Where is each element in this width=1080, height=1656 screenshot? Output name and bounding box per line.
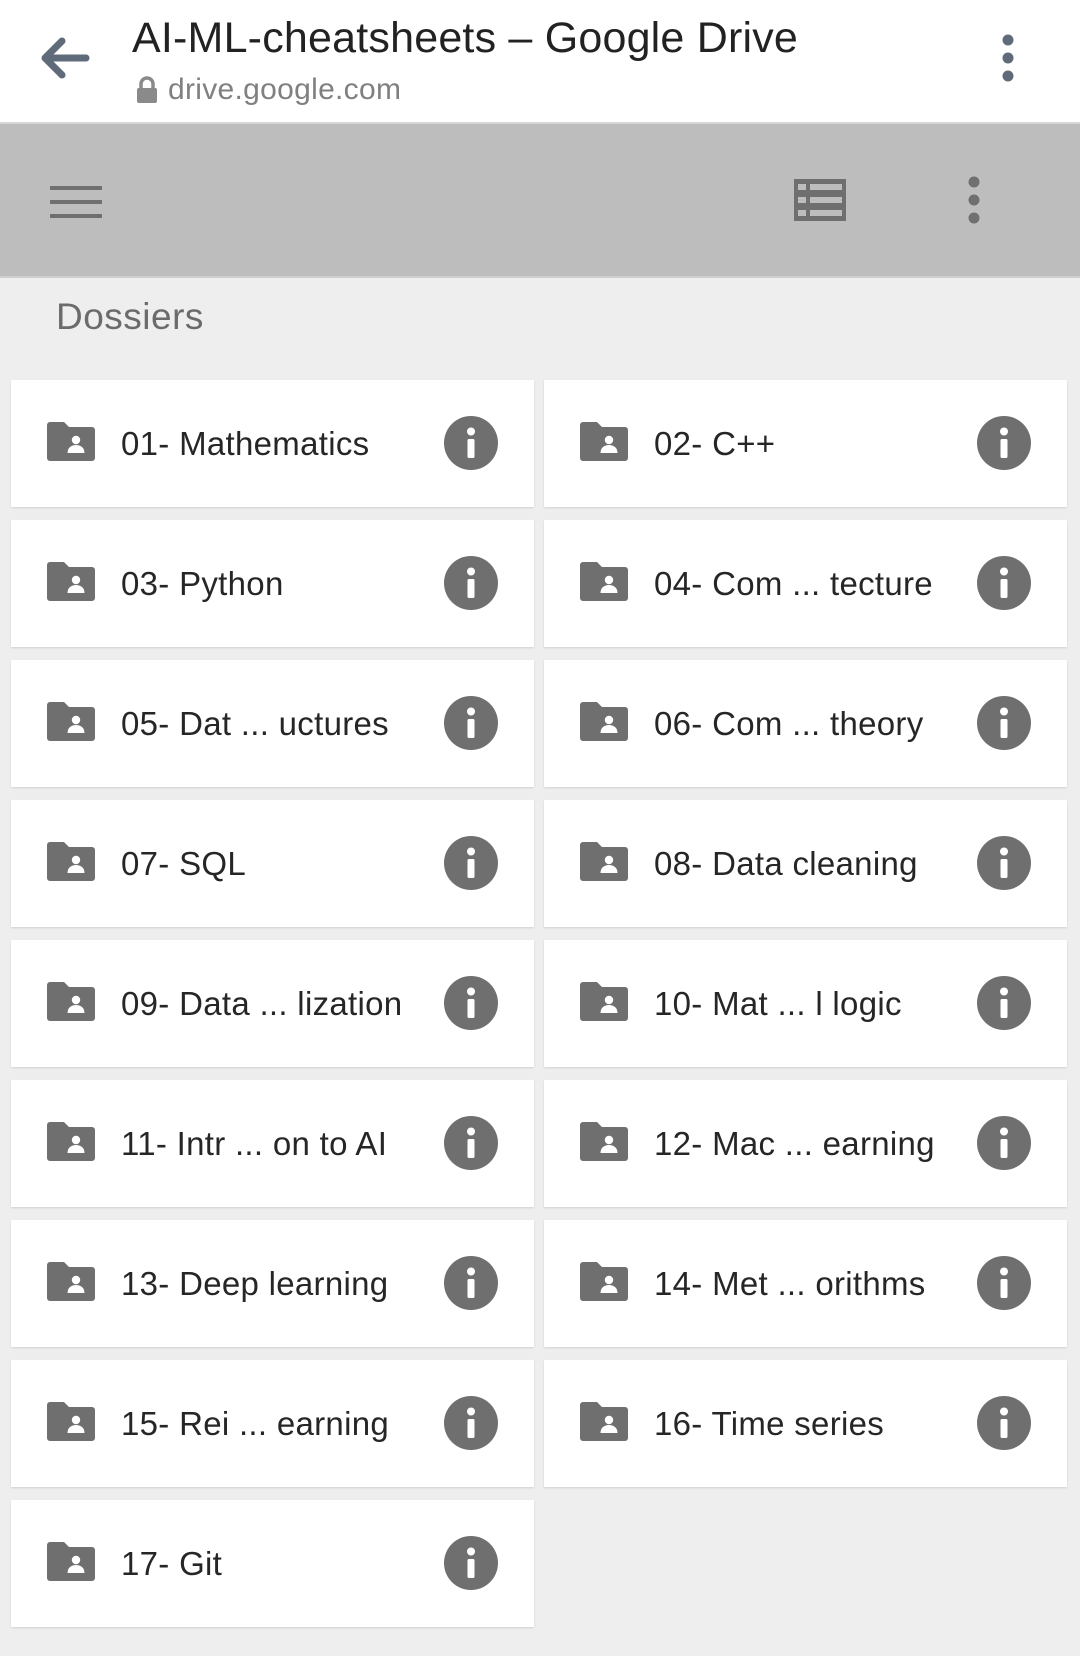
more-vert-icon [968,176,980,224]
shared-folder-icon [580,702,628,741]
browser-menu-button[interactable] [980,24,1036,92]
shared-folder-icon [47,1262,95,1301]
hamburger-menu-button[interactable] [40,166,112,238]
shared-folder-icon [47,702,95,741]
info-icon[interactable] [977,976,1031,1030]
shared-folder-icon [47,422,95,461]
info-icon[interactable] [977,696,1031,750]
shared-folder-icon [580,1122,628,1161]
folder-name: 03- Python [121,565,284,602]
folder-card[interactable]: 09- Data ... lization [11,940,534,1067]
folder-name: 12- Mac ... earning [654,1125,935,1162]
folder-card[interactable]: 08- Data cleaning [544,800,1067,927]
shared-folder-icon [580,1402,628,1441]
shared-folder-icon [580,982,628,1021]
info-icon[interactable] [977,1116,1031,1170]
shared-folder-icon [47,842,95,881]
folder-card[interactable]: 16- Time series [544,1360,1067,1487]
info-icon[interactable] [444,976,498,1030]
lock-icon [137,76,157,103]
folder-name: 09- Data ... lization [121,985,403,1022]
url-text: drive.google.com [168,73,402,106]
info-icon[interactable] [444,1396,498,1450]
folder-name: 01- Mathematics [121,425,370,462]
list-view-button[interactable] [780,164,860,236]
folder-card[interactable]: 01- Mathematics [11,380,534,507]
shared-folder-icon [580,422,628,461]
folder-card[interactable]: 04- Com ... tecture [544,520,1067,647]
folder-name: 11- Intr ... on to AI [121,1125,388,1162]
info-icon[interactable] [977,836,1031,890]
folder-name: 07- SQL [121,845,246,882]
shared-folder-icon [580,1262,628,1301]
info-icon[interactable] [444,1116,498,1170]
folder-name: 17- Git [121,1545,223,1582]
info-icon[interactable] [977,1256,1031,1310]
folder-name: 14- Met ... orithms [654,1265,926,1302]
folder-name: 10- Mat ... l logic [654,985,902,1022]
app-toolbar [0,124,1080,278]
folder-card[interactable]: 06- Com ... theory [544,660,1067,787]
folder-card[interactable]: 07- SQL [11,800,534,927]
folder-name: 16- Time series [654,1405,885,1442]
folder-name: 05- Dat ... uctures [121,705,389,742]
back-button[interactable] [30,26,100,90]
folder-card[interactable]: 03- Python [11,520,534,647]
hamburger-menu-icon [50,186,102,218]
folder-card[interactable]: 17- Git [11,1500,534,1627]
folder-card[interactable]: 05- Dat ... uctures [11,660,534,787]
info-icon[interactable] [444,1536,498,1590]
arrow-left-icon [41,37,90,79]
shared-folder-icon [47,1122,95,1161]
shared-folder-icon [47,562,95,601]
shared-folder-icon [580,562,628,601]
browser-bar: AI-ML-cheatsheets – Google Drive drive.g… [0,0,1080,124]
folder-card[interactable]: 14- Met ... orithms [544,1220,1067,1347]
info-icon[interactable] [444,836,498,890]
info-icon[interactable] [444,696,498,750]
toolbar-more-button[interactable] [944,162,1004,238]
folder-card[interactable]: 11- Intr ... on to AI [11,1080,534,1207]
folder-card[interactable]: 15- Rei ... earning [11,1360,534,1487]
page-title: AI-ML-cheatsheets – Google Drive [132,14,799,62]
folder-name: 13- Deep learning [121,1265,389,1302]
info-icon[interactable] [977,416,1031,470]
shared-folder-icon [47,982,95,1021]
folder-card[interactable]: 02- C++ [544,380,1067,507]
shared-folder-icon [580,842,628,881]
info-icon[interactable] [444,416,498,470]
info-icon[interactable] [977,556,1031,610]
shared-folder-icon [47,1542,95,1581]
info-icon[interactable] [444,1256,498,1310]
folder-name: 15- Rei ... earning [121,1405,390,1442]
more-vert-icon [1002,34,1014,82]
list-view-icon [794,179,846,221]
shared-folder-icon [47,1402,95,1441]
folder-card[interactable]: 10- Mat ... l logic [544,940,1067,1067]
folder-name: 04- Com ... tecture [654,565,933,602]
section-header: Dossiers [56,296,204,337]
url-row[interactable]: drive.google.com [136,70,401,110]
info-icon[interactable] [977,1396,1031,1450]
info-icon[interactable] [444,556,498,610]
folder-card[interactable]: 13- Deep learning [11,1220,534,1347]
folder-name: 08- Data cleaning [654,845,918,882]
folder-name: 02- C++ [654,425,776,462]
folder-grid: 01- Mathematics 02- C++ 03- Python 04- C… [11,380,1067,1627]
folder-card[interactable]: 12- Mac ... earning [544,1080,1067,1207]
folder-name: 06- Com ... theory [654,705,924,742]
